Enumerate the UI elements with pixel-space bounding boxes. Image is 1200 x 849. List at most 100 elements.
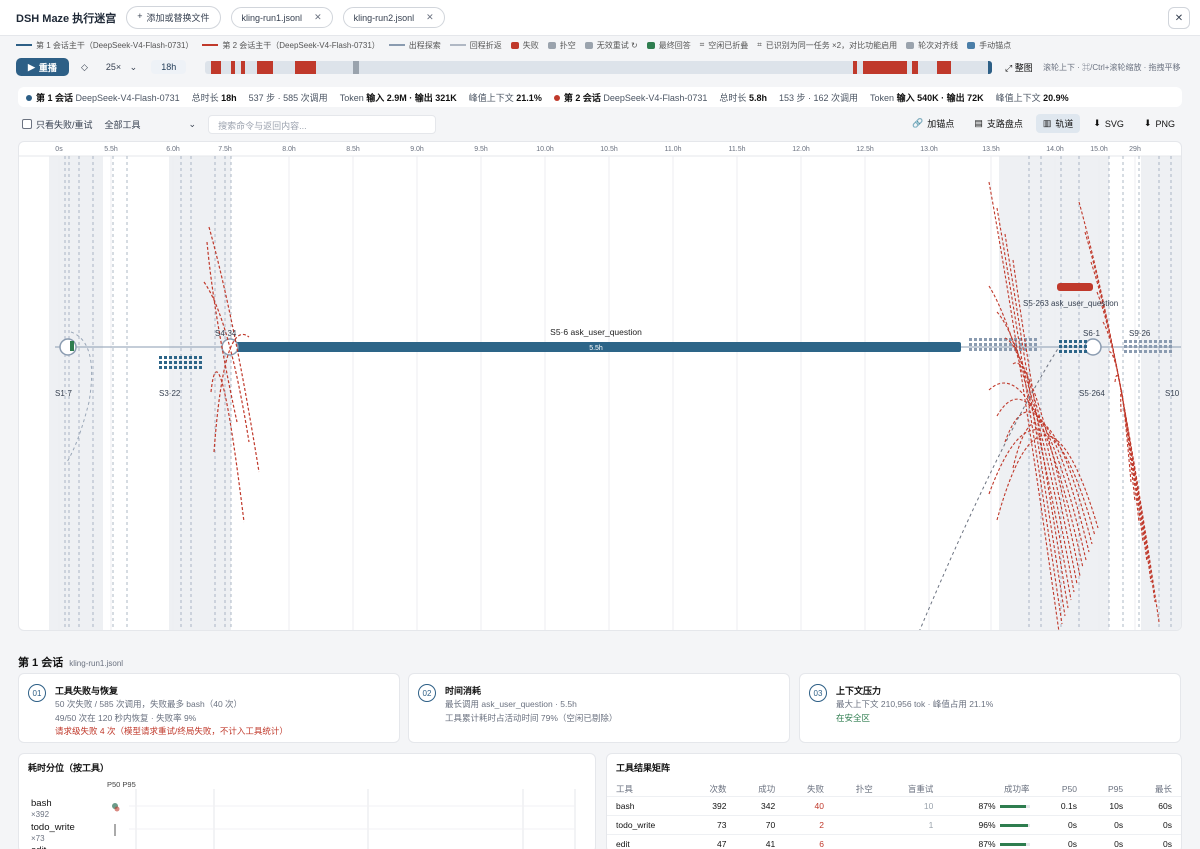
maze-canvas[interactable]: 0s 5.5h 6.0h 7.5h 8.0h 8.5h 9.0h 9.5h 10.0h 10.5h… <box>18 141 1182 631</box>
step-dot <box>974 338 977 341</box>
table-cell: 6 <box>784 833 833 849</box>
step-dot <box>164 366 167 369</box>
step-dot <box>1159 340 1162 343</box>
step-dot <box>1169 350 1172 353</box>
step-dot <box>184 366 187 369</box>
step-dot <box>179 366 182 369</box>
table-cell: 10 <box>881 795 943 815</box>
link-icon: 🔗 <box>912 118 924 128</box>
timeline-minimap[interactable] <box>205 61 992 74</box>
step-dot <box>1084 345 1087 348</box>
step-dot <box>999 343 1002 346</box>
bar-chart-icon: ▥ <box>1042 118 1052 128</box>
step-dot <box>1149 345 1152 348</box>
step-dot <box>179 356 182 359</box>
step-dot <box>989 343 992 346</box>
column-header[interactable]: 扑空 <box>833 782 882 796</box>
table-row[interactable]: todo_write 73 70 2 1 96% 0s 0s 0s <box>607 814 1181 834</box>
table-row[interactable]: edit 47 41 6 87% 0s 0s 0s <box>607 833 1181 849</box>
step-dot <box>1034 343 1037 346</box>
success-rate-bar <box>999 823 1030 827</box>
export-png-button[interactable]: ⬇ PNG <box>1137 114 1182 133</box>
step-dot <box>1159 345 1162 348</box>
axis-tick-label: 7.5h <box>218 146 232 153</box>
step-dot <box>1169 340 1172 343</box>
step-dot <box>1154 345 1157 348</box>
axis-tick-label: 10.0h <box>536 146 554 153</box>
table-cell: 73 <box>686 814 736 834</box>
table-cell: 87% <box>942 833 1039 849</box>
axis-tick-label: 29h <box>1129 146 1141 153</box>
file-tab-run2[interactable]: kling-run2.jsonl ✕ <box>342 7 445 28</box>
step-dot <box>1154 340 1157 343</box>
legend-line-swatch <box>202 44 219 46</box>
column-header[interactable]: 盲重试 <box>882 782 943 796</box>
step-dot <box>1084 340 1087 343</box>
add-file-button[interactable]: + 添加或替换文件 <box>126 6 221 29</box>
column-header[interactable]: P95 <box>1086 782 1132 796</box>
column-header[interactable]: 成功 <box>735 782 784 796</box>
tool-select[interactable]: 全部工具 ⌄ <box>105 118 197 131</box>
step-dot <box>164 356 167 359</box>
legend-square-swatch <box>967 41 976 49</box>
table-cell <box>833 833 882 849</box>
branch-inventory-button[interactable]: ▤ 支路盘点 <box>967 114 1030 133</box>
long-step-duration: 5.5h <box>589 345 603 352</box>
column-header[interactable]: 工具 <box>607 782 687 796</box>
step-dot <box>1129 340 1132 343</box>
replay-button[interactable]: ▶ 重播 <box>16 58 69 76</box>
step-node <box>1084 338 1102 356</box>
step-dot <box>1069 340 1072 343</box>
collapse-icon: ⌗ <box>699 40 705 49</box>
step-dot <box>1079 340 1082 343</box>
step-dot <box>1059 340 1062 343</box>
navigation-hint: 滚轮上下 · ⌘/Ctrl+滚轮缩放 · 拖拽平移 <box>1043 63 1181 72</box>
legend: 第 1 会话主干（DeepSeek-V4-Flash-0731） 第 2 会话主干… <box>16 38 1011 52</box>
column-header[interactable]: 最长 <box>1132 782 1181 796</box>
step-dot <box>1064 350 1067 353</box>
track-view-button[interactable]: ▥ 轨道 <box>1035 114 1081 133</box>
legend-item: ⌗ 空闲已折叠 <box>699 40 749 50</box>
table-row[interactable]: bash 392 342 40 10 87% 0.1s 10s 60s <box>607 795 1181 815</box>
step-dot <box>974 343 977 346</box>
fit-view-button[interactable]: ⤢ 整图 <box>1005 61 1033 74</box>
only-failed-checkbox[interactable] <box>22 119 32 129</box>
expand-icon: ⤢ <box>1005 63 1013 73</box>
step-dot <box>174 356 177 359</box>
tool-matrix-table: 工具 次数 成功 失败 扑空 盲重试 成功率 P50 P95 最长 bash 392 342 40 10 8… <box>607 782 1181 849</box>
column-header[interactable]: 成功率 <box>942 782 1038 796</box>
speed-select[interactable]: 25× ⌄ <box>106 62 137 73</box>
table-cell: 87% <box>942 795 1039 815</box>
step-icon[interactable]: ◇ <box>81 62 88 73</box>
search-input[interactable]: 搜索命令与返回内容... <box>208 114 437 134</box>
table-cell: 342 <box>735 795 785 815</box>
table-cell: 0s <box>1038 814 1086 834</box>
column-header[interactable]: P50 <box>1039 782 1086 796</box>
table-cell: 10s <box>1085 795 1133 815</box>
step-dot <box>1079 345 1082 348</box>
close-icon[interactable]: ✕ <box>314 12 322 23</box>
step-dot <box>1034 338 1037 341</box>
only-failed-label: 只看失败/重试 <box>36 119 93 130</box>
plus-icon: + <box>137 11 143 21</box>
step-dot <box>194 366 197 369</box>
step-dot <box>974 348 977 351</box>
close-window-button[interactable]: ✕ <box>1168 7 1190 29</box>
table-cell: 0s <box>1132 814 1181 834</box>
node-label: S1·7 <box>55 389 72 398</box>
export-svg-button[interactable]: ⬇ SVG <box>1086 114 1131 133</box>
column-header[interactable]: 次数 <box>687 782 736 796</box>
table-cell: 70 <box>735 814 785 834</box>
column-header[interactable]: 失败 <box>784 782 833 796</box>
legend-item: 回程折返 <box>449 40 502 51</box>
maze-svg[interactable]: 0s 5.5h 6.0h 7.5h 8.0h 8.5h 9.0h 9.5h 10.0h 10.5h… <box>19 142 1182 631</box>
step-dot <box>1149 350 1152 353</box>
node-label: S3·22 <box>159 389 181 398</box>
step-dot <box>1144 345 1147 348</box>
add-anchor-button[interactable]: 🔗 加锚点 <box>905 114 961 133</box>
file-tab-run1[interactable]: kling-run1.jsonl ✕ <box>230 7 333 28</box>
close-icon[interactable]: ✕ <box>426 12 434 23</box>
step-dot <box>174 361 177 364</box>
chevron-down-icon: ⌄ <box>129 61 138 72</box>
step-dot <box>1129 350 1132 353</box>
